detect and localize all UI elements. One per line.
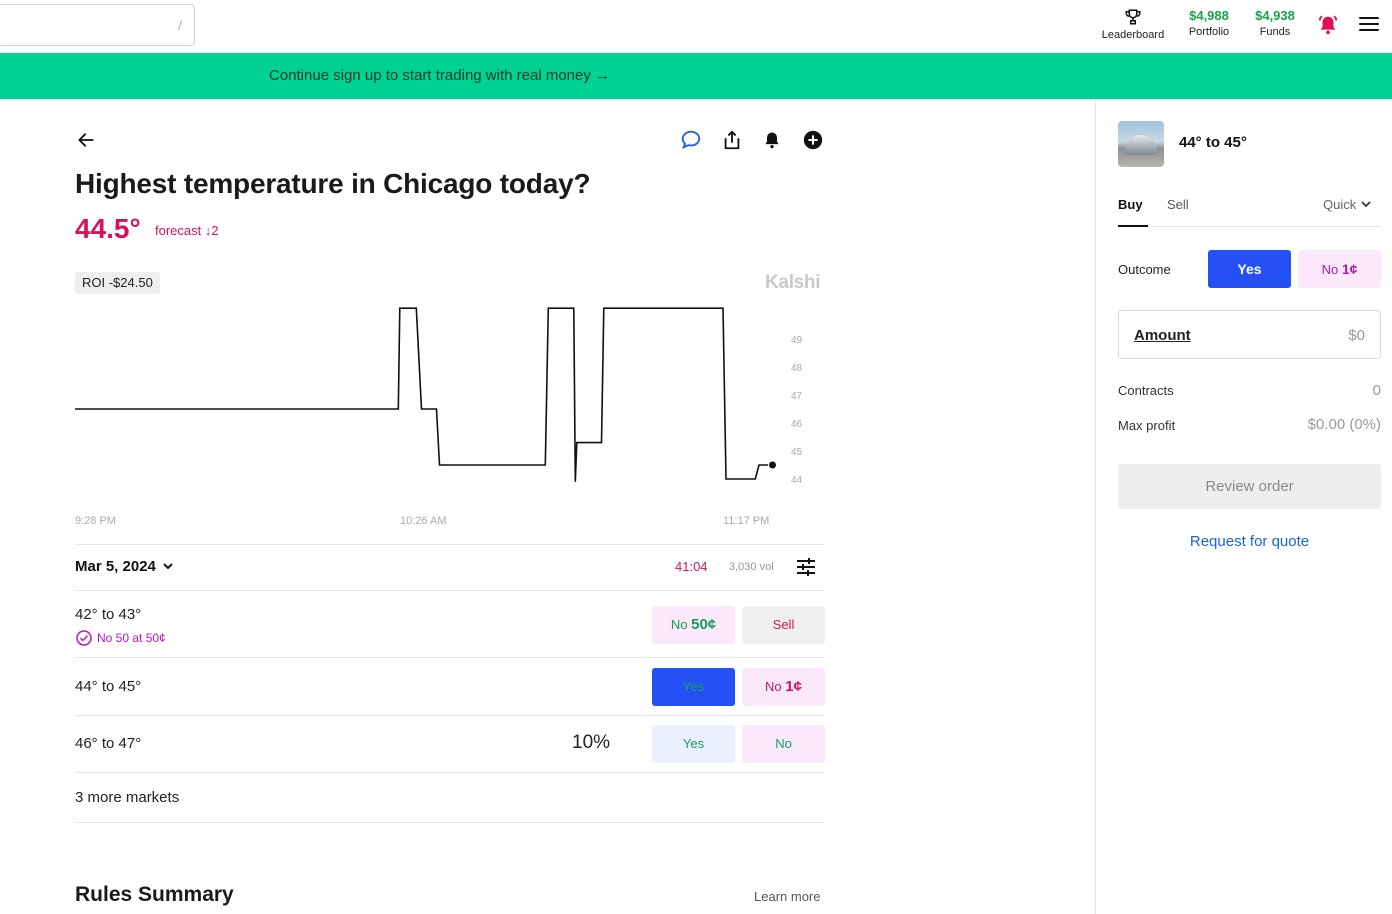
menu-icon[interactable]	[1359, 17, 1379, 35]
amount-value[interactable]: $0	[1348, 327, 1365, 344]
contracts-value: 0	[1372, 382, 1381, 399]
funds-label: Funds	[1259, 26, 1291, 38]
sell-button[interactable]: Sell	[742, 606, 825, 644]
volume-label: 3,030 vol	[729, 561, 774, 573]
filter-sliders-icon[interactable]	[796, 557, 816, 577]
y-axis-tick: 49	[791, 335, 803, 346]
chevron-down-icon	[163, 563, 173, 570]
y-axis-tick: 45	[791, 447, 803, 458]
no-price: 1¢	[1341, 261, 1358, 277]
price-line	[75, 307, 773, 482]
chevron-down-icon	[1361, 201, 1371, 208]
alarm-bell-icon[interactable]	[1317, 14, 1339, 36]
outcome-no-button[interactable]: No 1¢	[1298, 250, 1381, 288]
request-quote-link[interactable]: Request for quote	[1118, 533, 1381, 550]
divider	[75, 590, 825, 591]
order-panel-title: 44° to 45°	[1179, 134, 1247, 151]
market-row-label[interactable]: 46° to 47°	[75, 735, 141, 752]
learn-more-link[interactable]: Learn more	[754, 889, 820, 904]
order-mode-label: Quick	[1323, 197, 1357, 212]
leaderboard-label: Leaderboard	[1101, 29, 1165, 41]
countdown-timer: 41:04	[675, 559, 708, 574]
divider	[75, 544, 825, 545]
outcome-label: Outcome	[1118, 262, 1171, 277]
amount-label: Amount	[1134, 327, 1191, 344]
y-axis-tick: 47	[791, 391, 803, 402]
portfolio-value: $4,988	[1189, 8, 1229, 23]
leaderboard-link[interactable]: Leaderboard	[1098, 8, 1168, 41]
x-axis-tick: 11:17 PM	[723, 515, 769, 527]
order-tabs: Buy Sell Quick	[1118, 197, 1381, 227]
divider	[75, 772, 825, 773]
amount-field[interactable]: Amount $0	[1118, 310, 1381, 359]
divider	[75, 657, 825, 658]
order-mode-select[interactable]: Quick	[1323, 197, 1372, 227]
yes-button[interactable]: Yes	[652, 668, 735, 706]
market-row-label[interactable]: 44° to 45°	[75, 678, 141, 695]
market-row-label[interactable]: 42° to 43°	[75, 606, 141, 623]
y-axis-tick: 44	[791, 475, 803, 486]
no-prefix: No	[765, 679, 782, 694]
date-label[interactable]: Mar 5, 2024	[75, 558, 156, 575]
no-price-button[interactable]: No 1¢	[742, 668, 825, 706]
trophy-icon	[1125, 9, 1141, 25]
funds-link[interactable]: $4,938 Funds	[1250, 8, 1300, 38]
no-button[interactable]: No	[742, 725, 825, 763]
no-price: 50¢	[691, 616, 717, 633]
portfolio-label: Portfolio	[1188, 26, 1230, 38]
chance-percent: 10%	[572, 732, 611, 753]
yes-button[interactable]: Yes	[652, 725, 735, 763]
y-axis-tick: 48	[791, 363, 803, 374]
date-selector[interactable]: Mar 5, 2024	[75, 558, 174, 575]
portfolio-link[interactable]: $4,988 Portfolio	[1184, 8, 1234, 38]
more-markets-link[interactable]: 3 more markets	[75, 789, 179, 806]
divider	[75, 822, 825, 823]
review-order-button[interactable]: Review order	[1118, 464, 1381, 509]
no-prefix: No	[670, 617, 688, 632]
check-circle-icon	[76, 630, 92, 646]
x-axis-tick: 9:28 PM	[75, 515, 116, 527]
price-chart[interactable]: 44 45 46 47 48 49 9:28 PM 10:26 AM 11:17 PM	[0, 0, 830, 535]
no-prefix: No	[1321, 262, 1339, 277]
current-point-marker	[768, 460, 777, 470]
tab-sell[interactable]: Sell	[1167, 197, 1189, 227]
outcome-yes-button[interactable]: Yes	[1208, 250, 1291, 288]
y-axis-tick: 46	[791, 419, 803, 430]
contracts-label: Contracts	[1118, 383, 1174, 398]
x-axis-tick: 10:26 AM	[400, 515, 446, 527]
divider	[75, 715, 825, 716]
tab-buy[interactable]: Buy	[1118, 197, 1148, 227]
funds-value: $4,938	[1255, 8, 1295, 23]
max-profit-value: $0.00 (0%)	[1307, 416, 1381, 433]
max-profit-label: Max profit	[1118, 418, 1176, 433]
order-panel: 44° to 45° Buy Sell Quick Outcome Yes No…	[1095, 99, 1392, 914]
no-price-button[interactable]: No 50¢	[652, 606, 735, 644]
rules-summary-heading: Rules Summary	[75, 883, 234, 906]
no-price: 1¢	[785, 678, 802, 695]
market-thumbnail	[1118, 121, 1164, 167]
position-label: No 50 at 50¢	[97, 631, 166, 645]
